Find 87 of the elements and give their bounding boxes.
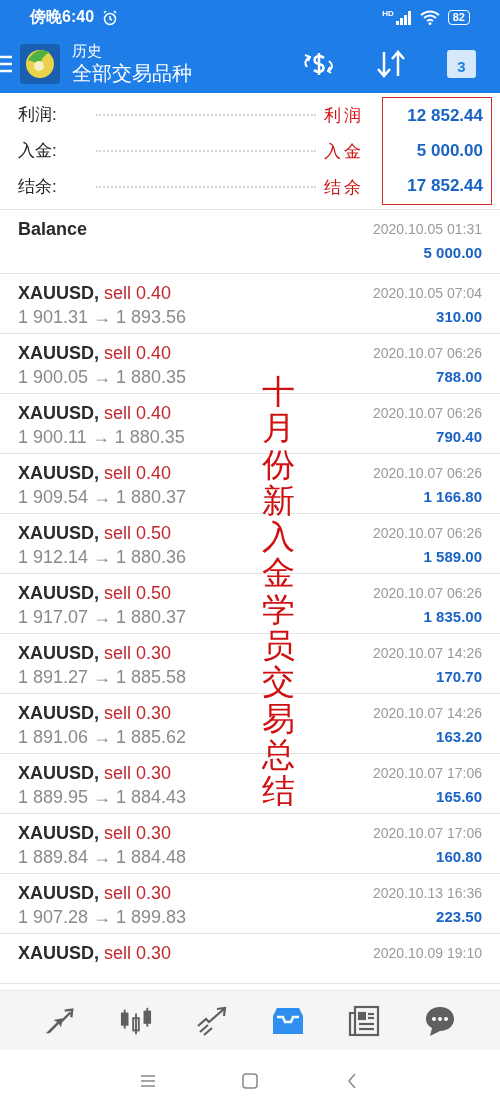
trade-prices: 1 891.27 → 1 885.58 (18, 666, 187, 688)
record-amount: 1 166.80 (423, 487, 482, 507)
inbox-icon (272, 1005, 304, 1036)
newspaper-icon (348, 1004, 380, 1037)
record-time: 2020.10.07 06:26 (373, 344, 482, 363)
record-time: 2020.10.07 06:26 (373, 464, 482, 483)
trade-prices: 1 901.31 → 1 893.56 (18, 306, 187, 328)
record-amount: 1 835.00 (423, 607, 482, 627)
record-time: 2020.10.07 14:26 (373, 644, 482, 663)
trade-symbol: XAUUSD, (18, 462, 99, 484)
trade-prices: 1 907.28 → 1 899.83 (18, 906, 187, 928)
record-time: 2020.10.05 07:04 (373, 284, 482, 303)
status-time: 傍晚6:40 (30, 7, 95, 27)
record-time: 2020.10.09 19:10 (373, 944, 482, 963)
trade-prices: 1 900.11 → 1 880.35 (18, 426, 185, 448)
record-time: 2020.10.07 06:26 (373, 584, 482, 603)
summary-label: 入金: (18, 140, 58, 162)
record-time: 2020.10.07 17:06 (373, 764, 482, 783)
trade-side: sell 0.50 (104, 522, 172, 544)
trend-icon (196, 1005, 228, 1036)
trade-side: sell 0.30 (104, 762, 172, 784)
summary-label: 结余: (18, 176, 58, 198)
trade-symbol: XAUUSD, (18, 942, 99, 964)
trade-symbol: XAUUSD, (18, 342, 99, 364)
alarm-icon (102, 9, 119, 26)
logo-icon (20, 44, 60, 84)
trade-prices: 1 889.84 → 1 884.48 (18, 846, 187, 868)
trade-prices: 1 900.05 → 1 880.35 (18, 366, 187, 388)
record-amount: 160.80 (436, 847, 482, 867)
record-amount: 1 589.00 (423, 547, 482, 567)
record-amount: 5 000.00 (423, 243, 482, 263)
battery-indicator: 82 (447, 10, 470, 25)
record-time: 2020.10.07 14:26 (373, 704, 482, 723)
summary-value: 5 000.00 (416, 141, 483, 161)
header-title[interactable]: 全部交易品种 (72, 60, 192, 86)
menu-icon[interactable] (0, 54, 12, 74)
trade-symbol: XAUUSD, (18, 522, 99, 544)
record-time: 2020.10.07 17:06 (373, 824, 482, 843)
trade-prices: 1 891.06 → 1 885.62 (18, 726, 187, 748)
summary-value: 12 852.44 (407, 105, 483, 126)
record-time: 2020.10.07 06:26 (373, 524, 482, 543)
trade-side: sell 0.40 (104, 402, 172, 424)
balance-title: Balance (18, 218, 88, 240)
trade-symbol: XAUUSD, (18, 882, 99, 904)
trade-side: sell 0.30 (104, 942, 172, 964)
record-amount: 163.20 (436, 727, 482, 747)
annotation-label: 入金 (324, 140, 365, 163)
signal-icon (395, 10, 412, 25)
trade-side: sell 0.30 (104, 702, 172, 724)
trade-symbol: XAUUSD, (18, 822, 99, 844)
trade-prices: 1 912.14 → 1 880.36 (18, 546, 187, 568)
arrows-icon (44, 1005, 76, 1036)
record-amount: 790.40 (436, 427, 482, 447)
trade-side: sell 0.30 (104, 642, 172, 664)
summary-value: 17 852.44 (407, 176, 483, 197)
trade-symbol: XAUUSD, (18, 702, 99, 724)
trade-prices: 1 917.07 → 1 880.37 (18, 606, 187, 628)
wifi-icon (419, 10, 440, 25)
trade-symbol: XAUUSD, (18, 762, 99, 784)
trade-side: sell 0.50 (104, 582, 172, 604)
trade-symbol: XAUUSD, (18, 282, 99, 304)
trade-symbol: XAUUSD, (18, 642, 99, 664)
network-label: HD (382, 9, 394, 18)
trade-side: sell 0.40 (104, 462, 172, 484)
record-amount: 788.00 (436, 367, 482, 387)
annotation-label: 结余 (324, 176, 365, 199)
trade-side: sell 0.40 (104, 342, 172, 364)
trade-prices: 1 889.95 → 1 884.43 (18, 786, 187, 808)
trade-side: sell 0.30 (104, 822, 172, 844)
header-subtitle: 历史 (72, 42, 103, 60)
summary-label: 利润: (18, 104, 58, 126)
chat-icon (424, 1004, 456, 1037)
annotation-label: 利润 (324, 104, 365, 127)
trade-prices: 1 909.54 → 1 880.37 (18, 486, 187, 508)
trade-side: sell 0.30 (104, 882, 172, 904)
record-time: 2020.10.07 06:26 (373, 404, 482, 423)
record-amount: 165.60 (436, 787, 482, 807)
vertical-annotation: 十月份新入金学员交易总结 (262, 374, 295, 810)
trade-symbol: XAUUSD, (18, 402, 99, 424)
trade-symbol: XAUUSD, (18, 582, 99, 604)
record-amount: 170.70 (436, 667, 482, 687)
trade-side: sell 0.40 (104, 282, 172, 304)
record-amount: 223.50 (436, 907, 482, 927)
calendar-button[interactable]: 3 (447, 50, 476, 78)
record-time: 2020.10.05 01:31 (373, 220, 482, 239)
record-time: 2020.10.13 16:36 (373, 884, 482, 903)
record-amount: 310.00 (436, 307, 482, 327)
